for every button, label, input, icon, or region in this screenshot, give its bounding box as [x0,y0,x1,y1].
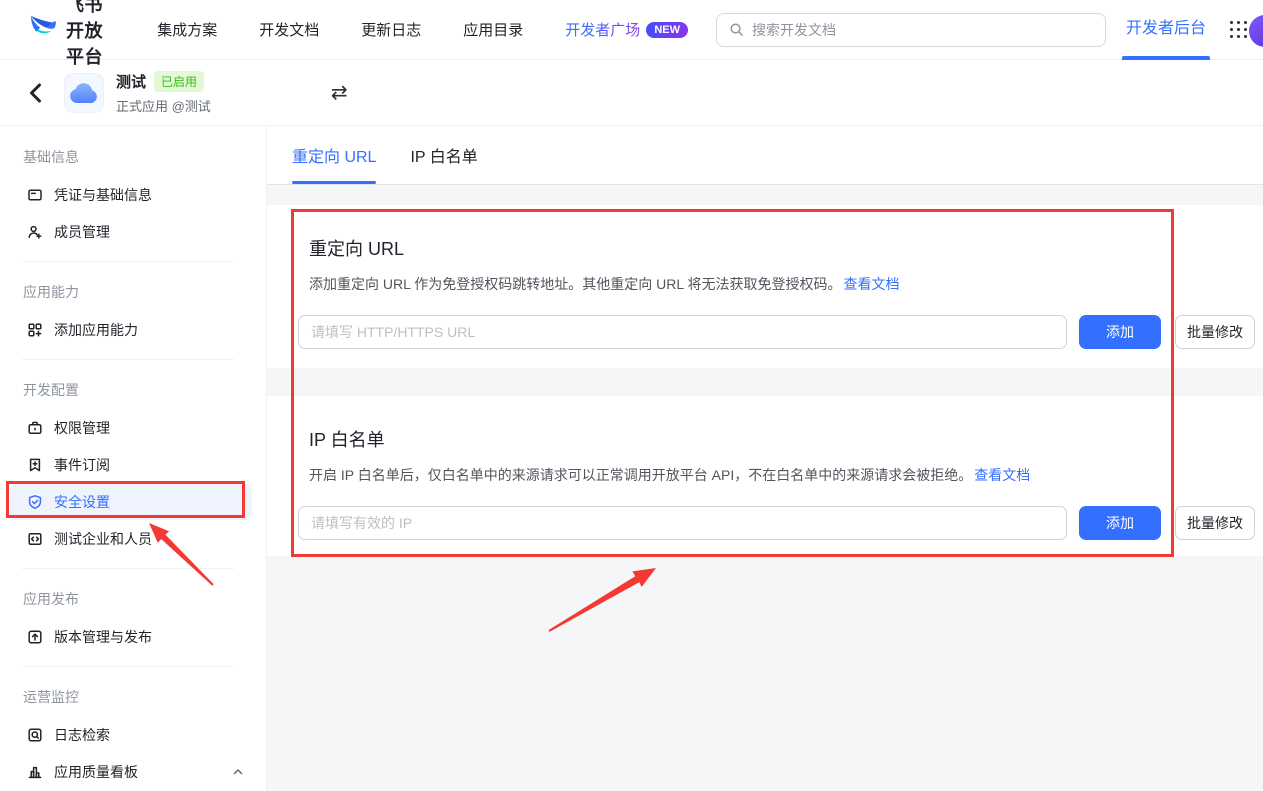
new-badge: NEW [646,22,688,38]
value-input[interactable] [298,315,1067,349]
shield-check-icon [27,494,43,510]
sidebar-item-id-card[interactable]: 凭证与基础信息 [10,177,252,213]
sidebar-divider [22,359,234,360]
card-title: 重定向 URL [309,235,1255,261]
sidebar-divider [22,568,234,569]
sidebar-item-briefcase[interactable]: 权限管理 [10,410,252,446]
add-button[interactable]: 添加 [1079,315,1161,349]
code-icon [27,531,43,547]
sidebar-section-label: 运营监控 [0,678,266,716]
app-grid-icon[interactable] [1230,21,1247,38]
sidebar: 基础信息 凭证与基础信息 成员管理 应用能力 添加应用能力 开发配置 权限管理 … [0,126,267,791]
app-meta: 测试 已启用 正式应用 @测试 [116,71,211,115]
sidebar-divider [22,666,234,667]
id-card-icon [27,187,43,203]
tab-bar: 重定向 URL IP 白名单 [267,126,1263,185]
nav-menu-item[interactable]: 开发文档 [259,19,319,40]
batch-edit-button[interactable]: 批量修改 [1175,315,1255,349]
sidebar-item-bookmark-plus[interactable]: 事件订阅 [10,447,252,483]
sidebar-item-upload[interactable]: 版本管理与发布 [10,619,252,655]
settings-card: IP 白名单 开启 IP 白名单后，仅白名单中的来源请求可以正常调用开放平台 A… [267,396,1263,556]
batch-edit-button[interactable]: 批量修改 [1175,506,1255,540]
settings-card: 重定向 URL 添加重定向 URL 作为免登授权码跳转地址。其他重定向 URL … [267,205,1263,368]
nav-menu-item[interactable]: 更新日志 [361,19,421,40]
search-input[interactable] [752,22,1093,38]
sidebar-section-label: 基础信息 [0,138,266,176]
console-link-active[interactable]: 开发者后台 [1124,0,1208,60]
user-avatar[interactable] [1249,15,1263,47]
sidebar-item-label: 成员管理 [54,222,110,242]
bookmark-plus-icon [27,457,43,473]
sidebar-section-label: 应用能力 [0,273,266,311]
tab-active[interactable]: 重定向 URL [292,126,376,184]
tab-inactive[interactable]: IP 白名单 [410,126,477,184]
sidebar-item-log-search[interactable]: 日志检索 [10,717,252,753]
top-navigation-bar: 飞书开放平台 集成方案开发文档更新日志应用目录开发者广场NEW 开发者后台 [0,0,1263,60]
add-button[interactable]: 添加 [1079,506,1161,540]
app-name: 测试 [116,71,146,92]
view-docs-link[interactable]: 查看文档 [974,467,1030,483]
switch-app-icon[interactable]: ⇄ [331,80,348,105]
member-add-icon [27,224,43,240]
sidebar-section-label: 应用发布 [0,580,266,618]
sidebar-item-label: 添加应用能力 [54,320,138,340]
nav-menu: 集成方案 开发文档 更新日志 应用目录 开发者广场NEW [157,19,688,40]
sidebar-divider [22,261,234,262]
bar-chart-icon [27,764,43,780]
sidebar-item-label: 事件订阅 [54,455,110,475]
search-icon [729,22,744,37]
sidebar-item-bar-chart[interactable]: 应用质量看板 [10,754,252,790]
nav-menu-item[interactable]: 集成方案 [157,19,217,40]
upload-icon [27,629,43,645]
nav-menu-item[interactable]: 开发者广场NEW [565,19,688,40]
sidebar-item-code[interactable]: 测试企业和人员 [10,521,252,557]
grid-plus-icon [27,322,43,338]
main-content: 重定向 URL IP 白名单 重定向 URL 添加重定向 URL 作为免登授权码跳… [267,126,1263,791]
sidebar-item-label: 版本管理与发布 [54,627,152,647]
briefcase-icon [27,420,43,436]
log-search-icon [27,727,43,743]
sidebar-item-label: 应用质量看板 [54,762,138,782]
brand-name: 飞书开放平台 [66,0,109,69]
app-header: 测试 已启用 正式应用 @测试 ⇄ [0,60,1263,126]
card-title: IP 白名单 [309,426,1255,452]
sidebar-item-label: 日志检索 [54,725,110,745]
sidebar-item-grid-plus[interactable]: 添加应用能力 [10,312,252,348]
sidebar-item-shield-check[interactable]: 安全设置 [10,484,252,520]
value-input[interactable] [298,506,1067,540]
card-description: 添加重定向 URL 作为免登授权码跳转地址。其他重定向 URL 将无法获取免登授… [309,274,1255,294]
feishu-logo-icon [28,14,58,46]
sidebar-item-label: 凭证与基础信息 [54,185,152,205]
doc-search-box[interactable] [716,13,1106,47]
app-avatar [64,73,104,113]
sidebar-section-label: 开发配置 [0,371,266,409]
card-description: 开启 IP 白名单后，仅白名单中的来源请求可以正常调用开放平台 API，不在白名… [309,465,1255,485]
status-badge: 已启用 [154,71,204,92]
view-docs-link[interactable]: 查看文档 [844,276,900,292]
sidebar-item-label: 测试企业和人员 [54,529,152,549]
sidebar-item-label: 安全设置 [54,492,110,512]
app-subtitle: 正式应用 @测试 [116,96,211,115]
back-button[interactable] [24,82,46,104]
sidebar-item-label: 权限管理 [54,418,110,438]
chevron-up-icon[interactable] [232,766,244,778]
nav-menu-item[interactable]: 应用目录 [463,19,523,40]
brand[interactable]: 飞书开放平台 [28,0,109,69]
sidebar-item-member-add[interactable]: 成员管理 [10,214,252,250]
